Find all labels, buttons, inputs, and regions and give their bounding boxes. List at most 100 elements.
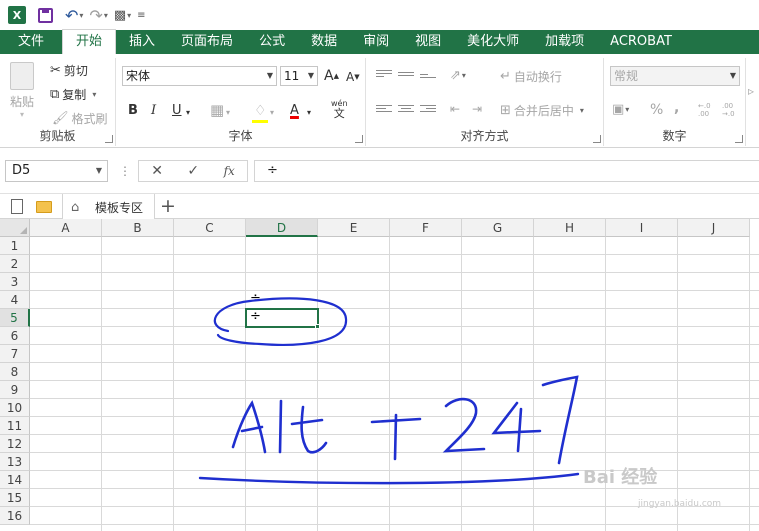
tab-formulas[interactable]: 公式 <box>246 30 298 54</box>
underline-button[interactable]: U <box>172 103 182 118</box>
customize-quick-access-icon[interactable]: ≡ <box>137 4 145 26</box>
ink-digit-4 <box>491 401 542 453</box>
cut-button[interactable]: ✂ 剪切 <box>50 62 88 79</box>
font-color-button[interactable]: A <box>290 103 299 118</box>
align-right-icon[interactable] <box>420 105 436 117</box>
wrap-text-button[interactable]: ↵ 自动换行 <box>500 68 562 85</box>
clipboard-launcher-icon[interactable] <box>105 135 113 143</box>
home-icon: ⌂ <box>71 200 80 215</box>
formula-bar-grip-icon[interactable]: ⋮ <box>119 164 131 178</box>
toolbox-icon[interactable]: ▩ ▾ <box>114 4 131 26</box>
chevron-down-icon: ▼ <box>729 71 736 80</box>
tab-file[interactable]: 文件 <box>0 30 63 54</box>
fill-dropdown-icon[interactable]: ▾ <box>270 108 274 117</box>
fill-color-icon[interactable]: ♢ <box>254 103 267 119</box>
font-launcher-icon[interactable] <box>355 135 363 143</box>
tab-addins[interactable]: 加载项 <box>532 30 597 54</box>
tab-insert[interactable]: 插入 <box>116 30 168 54</box>
decrease-indent-icon[interactable]: ⇤ <box>450 102 460 116</box>
folder-icon[interactable] <box>36 201 52 213</box>
baidu-watermark: Bai 经验 <box>583 467 658 488</box>
clipboard-group: 粘贴 ▾ ✂ 剪切 ⧉ 复制 ▾ 🖌 格式刷 剪贴板 <box>0 58 116 146</box>
align-bottom-icon[interactable] <box>420 74 436 86</box>
insert-function-icon[interactable]: fx <box>224 164 235 178</box>
copy-icon: ⧉ <box>50 87 60 102</box>
wrap-text-label: 自动换行 <box>513 70 562 84</box>
chevron-down-icon: ▼ <box>266 71 273 80</box>
copy-button[interactable]: ⧉ 复制 ▾ <box>50 86 96 103</box>
name-box[interactable]: D5 ▼ <box>5 160 108 182</box>
bold-button[interactable]: B <box>128 103 138 118</box>
currency-icon[interactable]: ▣ ▾ <box>612 102 629 117</box>
orientation-icon[interactable]: ⇗ ▾ <box>450 68 466 83</box>
merge-center-label: 合并后居中 <box>513 104 574 118</box>
tab-acrobat[interactable]: ACROBAT <box>597 30 685 54</box>
ink-digit-7 <box>541 375 579 465</box>
borders-dropdown-icon[interactable]: ▾ <box>226 108 230 117</box>
tab-beautify-master[interactable]: 美化大师 <box>454 30 532 54</box>
borders-icon[interactable]: ▦ <box>210 101 224 119</box>
redo-icon[interactable]: ↷ ▾ <box>89 4 107 26</box>
title-bar: X ↶ ▾ ↷ ▾ ▩ ▾ ≡ <box>0 0 759 30</box>
baidu-watermark-url: jingyan.baidu.com <box>638 499 722 509</box>
document-tab-bar: ⌂ 模板专区 + <box>0 193 759 219</box>
increase-decimal-button[interactable]: ←.0 .00 <box>698 102 718 118</box>
new-document-icon[interactable] <box>11 199 23 214</box>
alignment-group: ⇗ ▾ ↵ 自动换行 ⇤ ⇥ ⊞ 合并后居中 ▾ 对齐方式 <box>366 58 604 146</box>
save-icon[interactable] <box>38 4 53 26</box>
alignment-launcher-icon[interactable] <box>593 135 601 143</box>
align-left-icon[interactable] <box>376 105 392 117</box>
excel-logo-letter: X <box>8 6 26 24</box>
format-painter-button[interactable]: 🖌 格式刷 <box>52 110 108 127</box>
align-top-icon[interactable] <box>376 70 392 82</box>
ribbon-tab-bar: 文件 开始 插入 页面布局 公式 数据 审阅 视图 美化大师 加载项 ACROB… <box>0 29 759 54</box>
excel-icon[interactable]: X <box>8 4 26 26</box>
paste-label: 粘贴 <box>10 95 35 109</box>
chevron-down-icon: ▼ <box>95 166 102 175</box>
number-launcher-icon[interactable] <box>735 135 743 143</box>
ink-letter-t <box>290 405 328 454</box>
font-group: 宋体 ▼ 11 ▼ A ▲ A ▼ B I U ▾ ▦ ▾ ♢ ▾ A ▾ wén 文 字… <box>116 58 366 146</box>
decrease-decimal-button[interactable]: .00 →.0 <box>722 102 742 118</box>
add-tab-button[interactable]: + <box>160 195 176 217</box>
italic-button[interactable]: I <box>151 103 156 118</box>
tab-review[interactable]: 审阅 <box>350 30 402 54</box>
percent-button[interactable]: % <box>650 102 663 118</box>
tab-page-layout[interactable]: 页面布局 <box>168 30 246 54</box>
undo-icon[interactable]: ↶ ▾ <box>65 4 83 26</box>
number-format-value: 常规 <box>614 69 639 83</box>
tab-data[interactable]: 数据 <box>298 30 350 54</box>
chevron-down-icon: ▼ <box>307 71 314 80</box>
font-size-combo[interactable]: 11 ▼ <box>280 66 318 86</box>
font-group-label: 字体 <box>228 129 253 143</box>
merge-center-button[interactable]: ⊞ 合并后居中 ▾ <box>500 102 584 119</box>
phonetic-sub-label: 文 <box>333 107 345 120</box>
paste-button[interactable]: 粘贴 ▾ <box>10 62 34 119</box>
worksheet-grid[interactable]: ABCDEFGHIJ 1 2 3 4 5 6 7 8 9 10 11 12 13 14 15 16 ÷ ÷ B… <box>0 219 759 531</box>
wrap-text-icon: ↵ <box>500 69 511 84</box>
formula-bar: D5 ▼ ⋮ ✕ ✓ fx ÷ <box>0 156 759 186</box>
font-color-dropdown-icon[interactable]: ▾ <box>307 108 311 117</box>
confirm-entry-icon[interactable]: ✓ <box>187 163 199 179</box>
increase-indent-icon[interactable]: ⇥ <box>472 102 482 116</box>
template-zone-tab[interactable]: ⌂ 模板专区 <box>62 194 155 219</box>
template-zone-label: 模板专区 <box>95 201 144 215</box>
ink-letter-a <box>231 400 267 454</box>
cancel-entry-icon[interactable]: ✕ <box>151 163 163 179</box>
tab-view[interactable]: 视图 <box>402 30 454 54</box>
align-center-icon[interactable] <box>398 105 414 117</box>
underline-dropdown-icon[interactable]: ▾ <box>186 108 190 117</box>
grow-font-button[interactable]: A ▲ <box>324 68 339 84</box>
formula-input[interactable]: ÷ <box>254 160 759 182</box>
number-format-combo[interactable]: 常规 ▼ <box>610 66 740 86</box>
font-name-combo[interactable]: 宋体 ▼ <box>122 66 277 86</box>
ribbon-overflow-icon[interactable]: ▹ <box>748 84 754 98</box>
paste-icon <box>10 62 34 90</box>
phonetic-button[interactable]: wén 文 <box>331 99 348 120</box>
comma-button[interactable]: , <box>674 100 679 116</box>
align-middle-icon[interactable] <box>398 72 414 84</box>
name-box-value: D5 <box>12 163 31 178</box>
tab-home[interactable]: 开始 <box>62 29 117 54</box>
number-group: 常规 ▼ ▣ ▾ % , ←.0 .00 .00 →.0 数字 <box>604 58 746 146</box>
shrink-font-button[interactable]: A ▼ <box>346 70 360 84</box>
